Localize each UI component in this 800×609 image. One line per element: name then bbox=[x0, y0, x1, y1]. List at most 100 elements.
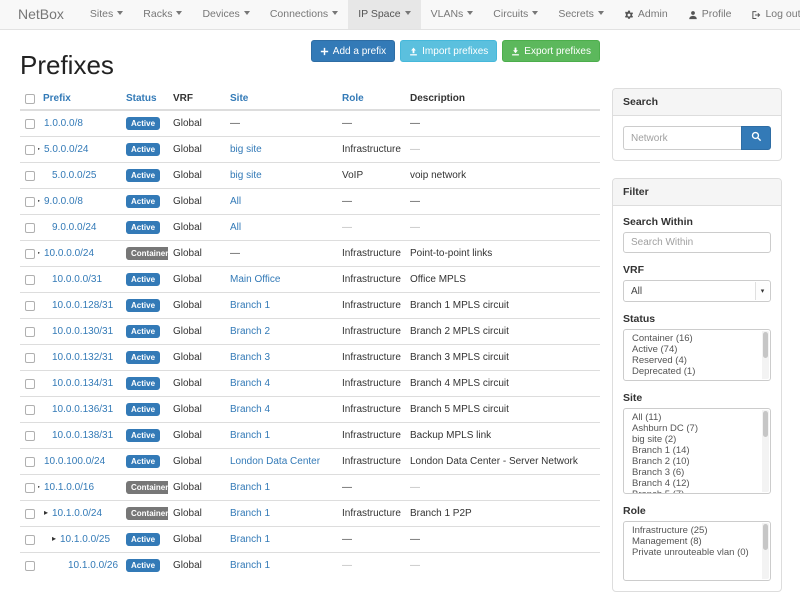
scrollbar-thumb[interactable] bbox=[763, 332, 768, 358]
row-checkbox[interactable] bbox=[25, 405, 35, 415]
row-checkbox[interactable] bbox=[25, 509, 35, 519]
search-input[interactable] bbox=[623, 126, 741, 150]
site-link[interactable]: Branch 4 bbox=[230, 378, 270, 389]
listbox-option[interactable]: Infrastructure (25) bbox=[624, 525, 770, 536]
listbox-option[interactable]: Branch 4 (12) bbox=[624, 478, 770, 489]
site-link[interactable]: big site bbox=[230, 144, 262, 155]
search-button[interactable] bbox=[741, 126, 771, 150]
nav-item-vlans[interactable]: VLANs bbox=[421, 0, 484, 29]
row-checkbox[interactable] bbox=[25, 249, 35, 259]
prefix-link[interactable]: 5.0.0.0/25 bbox=[52, 170, 96, 181]
row-checkbox[interactable] bbox=[25, 431, 35, 441]
tree-expand-arrow[interactable]: ▸ bbox=[38, 482, 40, 491]
listbox-option[interactable]: Active (74) bbox=[624, 344, 770, 355]
listbox-option[interactable]: Management (8) bbox=[624, 536, 770, 547]
nav-item-connections[interactable]: Connections bbox=[260, 0, 348, 29]
prefix-link[interactable]: 10.0.0.130/31 bbox=[52, 326, 113, 337]
prefix-link[interactable]: 5.0.0.0/24 bbox=[44, 144, 88, 155]
nav-item-sites[interactable]: Sites bbox=[80, 0, 133, 29]
row-checkbox[interactable] bbox=[25, 223, 35, 233]
nav-item-admin[interactable]: Admin bbox=[614, 0, 678, 29]
row-checkbox[interactable] bbox=[25, 145, 35, 155]
column-header-role[interactable]: Role bbox=[337, 88, 405, 110]
import-prefixes-button[interactable]: Import prefixes bbox=[400, 40, 497, 62]
prefix-link[interactable]: 10.1.0.0/24 bbox=[52, 508, 102, 519]
site-link[interactable]: Branch 1 bbox=[230, 300, 270, 311]
listbox-option[interactable]: Container (16) bbox=[624, 333, 770, 344]
row-checkbox[interactable] bbox=[25, 483, 35, 493]
filter-input-search-within[interactable] bbox=[623, 232, 771, 253]
listbox-option[interactable]: Branch 1 (14) bbox=[624, 445, 770, 456]
tree-expand-arrow[interactable]: ▸ bbox=[38, 196, 40, 205]
prefix-link[interactable]: 10.0.0.136/31 bbox=[52, 404, 113, 415]
listbox-option[interactable]: Private unrouteable vlan (0) bbox=[624, 547, 770, 558]
listbox-option[interactable]: Branch 3 (6) bbox=[624, 467, 770, 478]
listbox-option[interactable]: big site (2) bbox=[624, 434, 770, 445]
site-link[interactable]: All bbox=[230, 196, 241, 207]
site-link[interactable]: Branch 1 bbox=[230, 534, 270, 545]
tree-expand-arrow[interactable]: ▸ bbox=[52, 534, 56, 543]
row-checkbox[interactable] bbox=[25, 561, 35, 571]
row-checkbox[interactable] bbox=[25, 275, 35, 285]
column-header-prefix[interactable]: Prefix bbox=[38, 88, 121, 110]
row-checkbox[interactable] bbox=[25, 535, 35, 545]
prefix-link[interactable]: 10.1.0.0/16 bbox=[44, 482, 94, 493]
brand[interactable]: NetBox bbox=[18, 0, 64, 29]
row-checkbox[interactable] bbox=[25, 457, 35, 467]
prefix-link[interactable]: 1.0.0.0/8 bbox=[44, 118, 83, 129]
site-link[interactable]: Branch 2 bbox=[230, 326, 270, 337]
prefix-link[interactable]: 10.1.0.0/25 bbox=[60, 534, 110, 545]
site-link[interactable]: Branch 1 bbox=[230, 560, 270, 571]
row-checkbox[interactable] bbox=[25, 119, 35, 129]
prefix-link[interactable]: 10.0.0.0/24 bbox=[44, 248, 94, 259]
scrollbar-thumb[interactable] bbox=[763, 524, 768, 550]
row-checkbox[interactable] bbox=[25, 379, 35, 389]
column-header-site[interactable]: Site bbox=[225, 88, 337, 110]
listbox-option[interactable]: Branch 5 (7) bbox=[624, 489, 770, 494]
row-checkbox[interactable] bbox=[25, 197, 35, 207]
scrollbar[interactable] bbox=[762, 523, 769, 579]
prefix-link[interactable]: 10.1.0.0/26 bbox=[68, 560, 118, 571]
nav-item-log-out[interactable]: Log out bbox=[741, 0, 800, 29]
nav-item-profile[interactable]: Profile bbox=[678, 0, 742, 29]
nav-item-secrets[interactable]: Secrets bbox=[548, 0, 614, 29]
site-link[interactable]: Branch 3 bbox=[230, 352, 270, 363]
listbox-option[interactable]: Reserved (4) bbox=[624, 355, 770, 366]
row-checkbox[interactable] bbox=[25, 171, 35, 181]
site-link[interactable]: Main Office bbox=[230, 274, 280, 285]
prefix-link[interactable]: 10.0.0.128/31 bbox=[52, 300, 113, 311]
prefix-link[interactable]: 9.0.0.0/24 bbox=[52, 222, 96, 233]
scrollbar-thumb[interactable] bbox=[763, 411, 768, 437]
site-link[interactable]: Branch 4 bbox=[230, 404, 270, 415]
listbox-option[interactable]: Branch 2 (10) bbox=[624, 456, 770, 467]
site-link[interactable]: London Data Center bbox=[230, 456, 320, 467]
row-checkbox[interactable] bbox=[25, 301, 35, 311]
scrollbar[interactable] bbox=[762, 331, 769, 379]
listbox-option[interactable]: Ashburn DC (7) bbox=[624, 423, 770, 434]
export-prefixes-button[interactable]: Export prefixes bbox=[502, 40, 600, 62]
tree-expand-arrow[interactable]: ▸ bbox=[38, 248, 40, 257]
site-link[interactable]: Branch 1 bbox=[230, 508, 270, 519]
nav-item-racks[interactable]: Racks bbox=[133, 0, 192, 29]
prefix-link[interactable]: 10.0.0.138/31 bbox=[52, 430, 113, 441]
add-a-prefix-button[interactable]: Add a prefix bbox=[311, 40, 395, 62]
nav-item-ip-space[interactable]: IP Space bbox=[348, 0, 420, 29]
row-checkbox[interactable] bbox=[25, 353, 35, 363]
prefix-link[interactable]: 9.0.0.0/8 bbox=[44, 196, 83, 207]
tree-expand-arrow[interactable]: ▸ bbox=[38, 144, 40, 153]
site-link[interactable]: Branch 1 bbox=[230, 482, 270, 493]
nav-item-devices[interactable]: Devices bbox=[192, 0, 259, 29]
nav-item-circuits[interactable]: Circuits bbox=[483, 0, 548, 29]
listbox-option[interactable]: All (11) bbox=[624, 412, 770, 423]
select-all-checkbox[interactable] bbox=[25, 94, 35, 104]
prefix-link[interactable]: 10.0.100.0/24 bbox=[44, 456, 105, 467]
prefix-link[interactable]: 10.0.0.132/31 bbox=[52, 352, 113, 363]
scrollbar[interactable] bbox=[762, 410, 769, 492]
site-link[interactable]: All bbox=[230, 222, 241, 233]
prefix-link[interactable]: 10.0.0.0/31 bbox=[52, 274, 102, 285]
site-link[interactable]: Branch 1 bbox=[230, 430, 270, 441]
listbox-option[interactable]: Deprecated (1) bbox=[624, 366, 770, 377]
tree-expand-arrow[interactable]: ▸ bbox=[44, 508, 48, 517]
row-checkbox[interactable] bbox=[25, 327, 35, 337]
prefix-link[interactable]: 10.0.0.134/31 bbox=[52, 378, 113, 389]
